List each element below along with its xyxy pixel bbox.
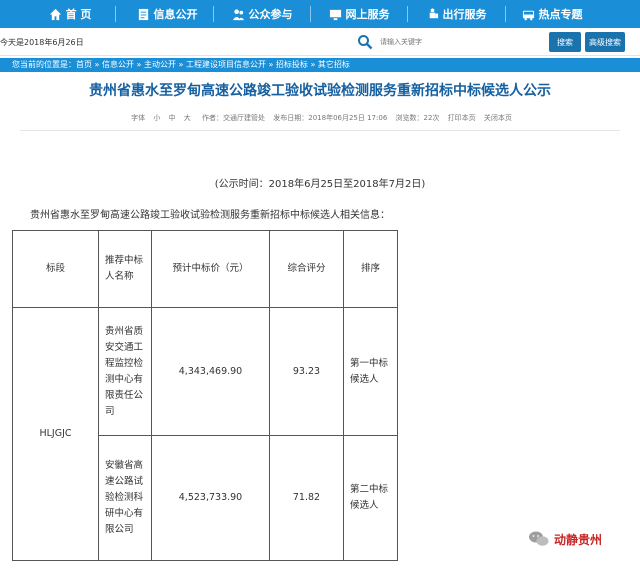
view-count: 浏览数：22次 [395, 114, 440, 122]
candidate-name: 安徽省高速公路试验检测科研中心有限公司 [98, 435, 152, 561]
nav-public-participation[interactable]: 公众参与 [226, 0, 298, 28]
header-rank: 排序 [343, 230, 398, 308]
search-bar: 今天是2018年6月26日 搜索 高级搜索 [0, 28, 640, 56]
table-header-row: 标段 推荐中标人名称 预计中标价（元） 综合评分 排序 [12, 230, 398, 308]
notice-period: (公示时间：2018年6月25日至2018年7月2日) [214, 179, 426, 190]
advanced-search-button[interactable]: 高级搜索 [585, 32, 625, 52]
nav-travel-service[interactable]: 出行服务 [420, 0, 492, 28]
bus-icon [522, 10, 534, 20]
candidate-rank: 第二中标候选人 [343, 435, 398, 561]
candidate-score: 71.82 [269, 435, 344, 561]
nav-participation-label: 公众参与 [248, 8, 293, 21]
top-nav: 首 页 信息公开 公众参与 网上服务 出行服务 热点专题 [0, 0, 640, 28]
header-section: 标段 [12, 230, 99, 308]
nav-info-label: 信息公开 [153, 8, 198, 21]
nav-hot-label: 热点专题 [538, 8, 583, 21]
author: 作者：交通厅建管处 [202, 114, 266, 122]
font-large-button[interactable]: 大 [184, 114, 191, 122]
traveler-icon [429, 7, 438, 18]
close-link[interactable]: 关闭本页 [484, 114, 512, 122]
nav-home[interactable]: 首 页 [40, 0, 100, 28]
nav-home-label: 首 页 [65, 8, 92, 21]
candidate-table: 标段 推荐中标人名称 预计中标价（元） 综合评分 排序 HLJGJC 贵州省质安… [12, 230, 398, 561]
document-icon [138, 8, 148, 20]
search-icon[interactable] [357, 34, 373, 50]
home-icon [49, 8, 61, 20]
breadcrumb: 您当前的位置是：首页 » 信息公开 » 主动公开 » 工程建设项目信息公开 » … [0, 58, 640, 72]
watermark-text: 动静贵州 [554, 532, 603, 547]
nav-online-service[interactable]: 网上服务 [324, 0, 394, 28]
nav-online-label: 网上服务 [345, 8, 390, 21]
candidate-price: 4,523,733.90 [151, 435, 270, 561]
candidate-score: 93.23 [269, 307, 344, 436]
font-small-button[interactable]: 小 [153, 114, 160, 122]
header-price: 预计中标价（元） [151, 230, 270, 308]
nav-info-public[interactable]: 信息公开 [132, 0, 202, 28]
header-score: 综合评分 [269, 230, 344, 308]
font-size-label: 字体 小 中 大 [131, 114, 191, 122]
font-medium-button[interactable]: 中 [169, 114, 176, 122]
candidate-rank: 第一中标候选人 [343, 307, 398, 436]
intro-text: 贵州省惠水至罗甸高速公路竣工验收试验检测服务重新招标中标候选人相关信息： [30, 210, 390, 221]
publish-date: 发布日期：2018年06月25日 17:06 [273, 114, 388, 122]
watermark: 动静贵州 [528, 530, 602, 548]
nav-hot-topics[interactable]: 热点专题 [516, 0, 588, 28]
page-title: 贵州省惠水至罗甸高速公路竣工验收试验检测服务重新招标中标候选人公示 [89, 83, 551, 99]
divider [20, 130, 620, 131]
article-meta: 字体 小 中 大 作者：交通厅建管处 发布日期：2018年06月25日 17:0… [0, 113, 640, 123]
candidate-name: 贵州省质安交通工程监控检测中心有限责任公司 [98, 307, 152, 436]
print-link[interactable]: 打印本页 [448, 114, 476, 122]
candidate-price: 4,343,469.90 [151, 307, 270, 436]
monitor-icon [329, 9, 341, 20]
wechat-icon [529, 531, 549, 546]
people-icon [232, 8, 244, 20]
search-input[interactable] [380, 35, 540, 49]
header-candidate: 推荐中标人名称 [98, 230, 152, 308]
table-row: HLJGJC 贵州省质安交通工程监控检测中心有限责任公司 4,343,469.9… [12, 307, 398, 561]
section-cell: HLJGJC [12, 307, 99, 561]
search-button[interactable]: 搜索 [549, 32, 581, 52]
nav-travel-label: 出行服务 [442, 8, 487, 21]
today-date: 今天是2018年6月26日 [0, 38, 84, 47]
